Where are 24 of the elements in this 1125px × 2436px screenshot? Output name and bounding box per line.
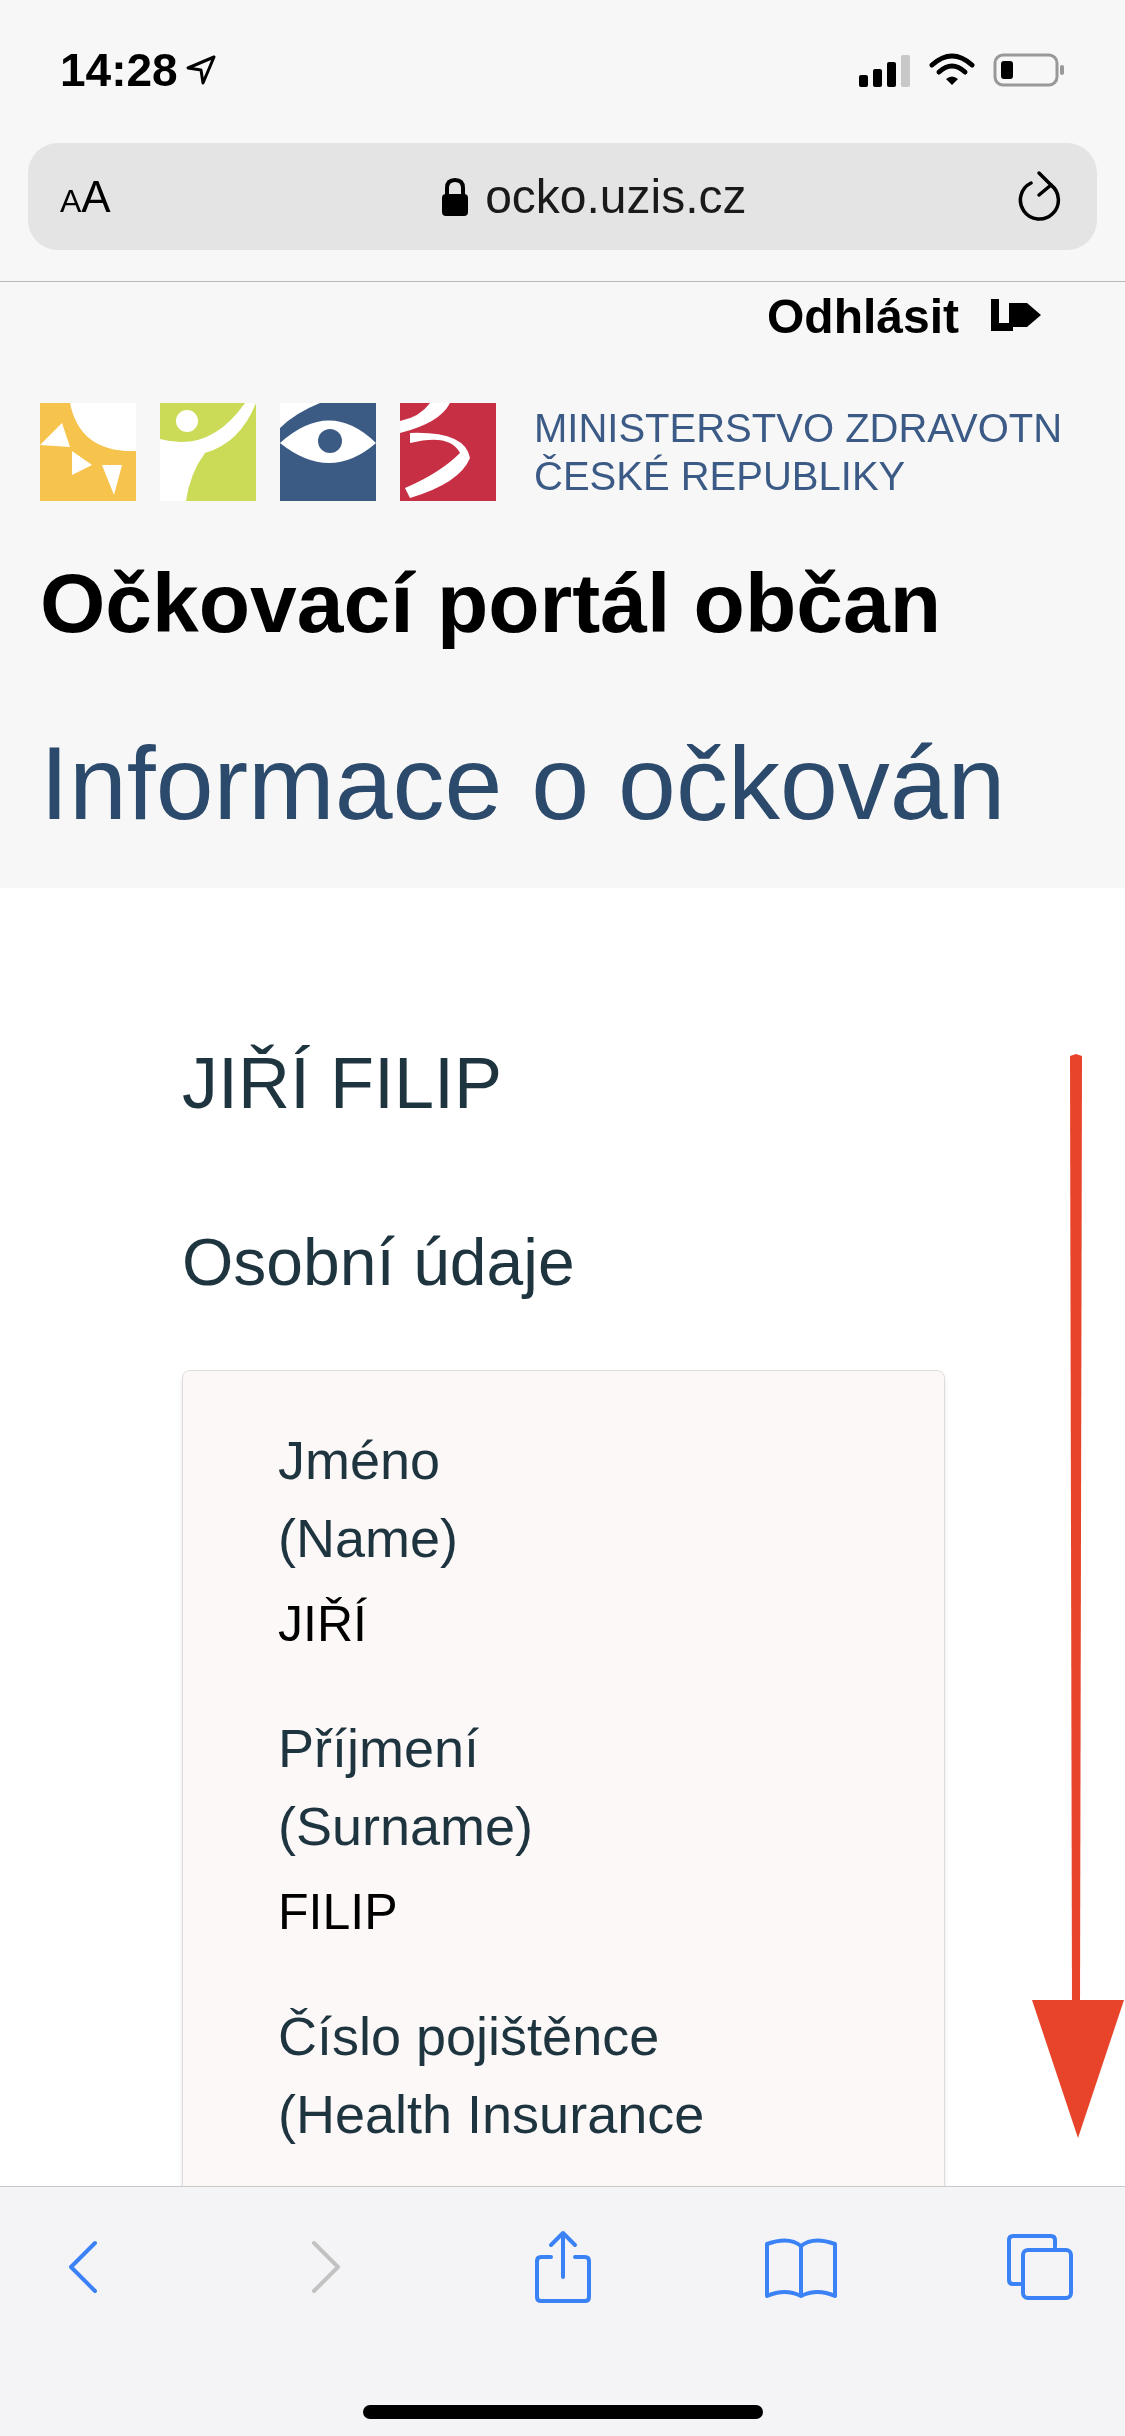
section-title: Osobní údaje (182, 1224, 576, 1301)
field-label: (Surname) (278, 1795, 535, 1858)
field-label: (Name) (278, 1507, 459, 1570)
text-size-button[interactable]: AA (60, 163, 111, 230)
field-label: (Health Insurance (278, 2083, 706, 2146)
field-value: JIŘÍ (278, 1595, 368, 1654)
location-icon (185, 55, 216, 85)
portal-title: Očkovací portál občan (40, 555, 942, 652)
ministry-name: MINISTERSTVO ZDRAVOTN (534, 405, 1063, 452)
field-label: Jméno (278, 1429, 442, 1492)
battery-icon (993, 53, 1065, 87)
ministry-name: ČESKÉ REPUBLIKY (534, 453, 907, 500)
field-label: Číslo pojištěnce (278, 2005, 661, 2068)
person-name: JIŘÍ FILIP (182, 1042, 504, 1125)
page-title: Informace o očkován (40, 724, 1007, 843)
wifi-icon (929, 53, 975, 87)
url-text: ocko.uzis.cz (485, 168, 747, 225)
status-time: 14:28 (60, 42, 178, 98)
logout-link[interactable]: Odhlásit (766, 286, 959, 348)
address-bar[interactable]: AA ocko.uzis.cz (28, 143, 1097, 250)
field-value: FILIP (278, 1883, 399, 1942)
lock-icon (441, 176, 470, 217)
signal-icon (859, 53, 911, 87)
field-label: Příjmení (278, 1717, 481, 1780)
